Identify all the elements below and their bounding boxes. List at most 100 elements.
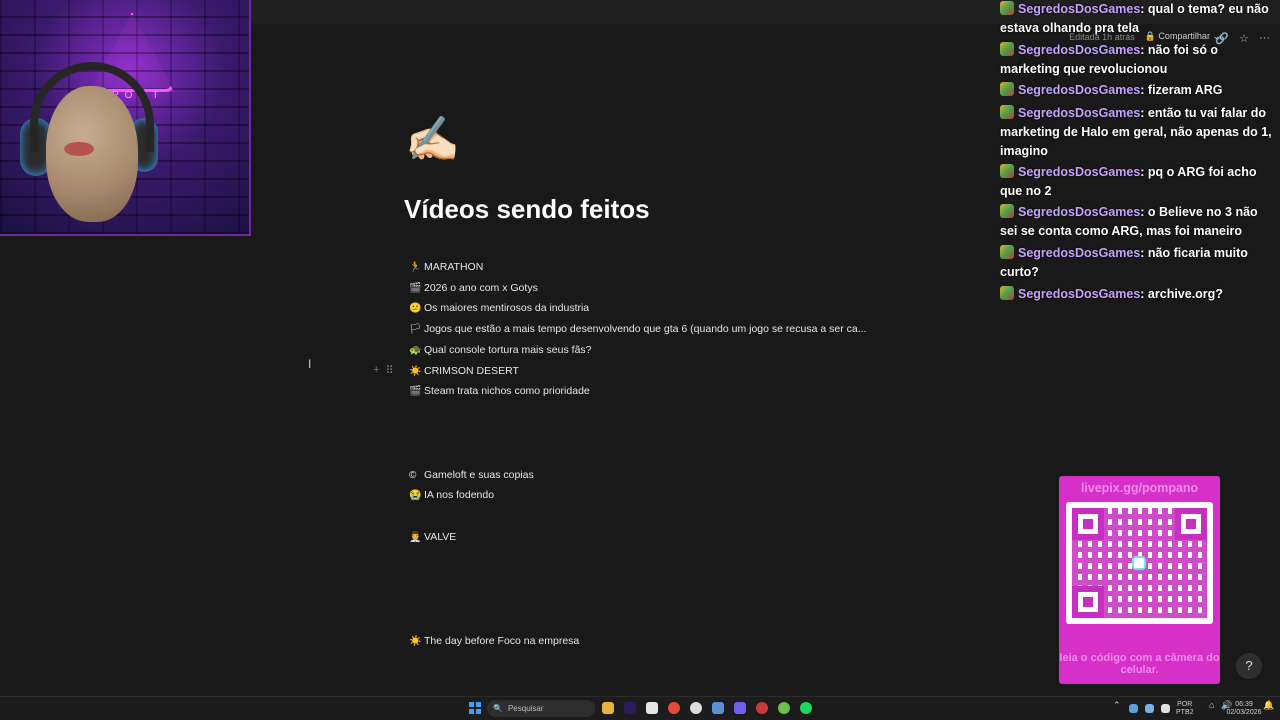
spotify-icon[interactable] <box>800 702 812 714</box>
item-emoji-icon: © <box>409 469 417 481</box>
item-emoji-icon: 🎬 <box>409 282 422 294</box>
taskbar: 🔍 Pesquisar ⌃ POR PTB2 ⌂ 🔊 06:39 02/03/2026… <box>0 696 1280 720</box>
chat-message: SegredosDosGames: então tu vai falar do … <box>1000 105 1272 158</box>
premiere-icon[interactable] <box>624 702 636 714</box>
list-item[interactable]: 🎬 Steam trata nichos como prioridade <box>409 382 590 400</box>
chat-message: SegredosDosGames: o Believe no 3 não sei… <box>1000 204 1258 238</box>
list-item[interactable]: 👨‍💼 VALVE <box>409 528 456 546</box>
language-indicator[interactable]: POR PTB2 <box>1176 701 1194 717</box>
tray-app-icon[interactable] <box>1161 704 1170 713</box>
search-placeholder: Pesquisar <box>507 704 544 713</box>
user-badge-icon <box>1000 82 1014 96</box>
item-label: 2026 o ano com x Gotys <box>424 282 538 294</box>
user-badge-icon <box>1000 42 1014 56</box>
search-icon: 🔍 <box>493 704 503 713</box>
chat-message: SegredosDosGames: pq o ARG foi acho que … <box>1000 164 1257 198</box>
tray-app-icon[interactable] <box>1129 704 1138 713</box>
list-item[interactable]: 🐢 Qual console tortura mais seus fãs? <box>409 341 592 359</box>
help-button[interactable]: ? <box>1236 653 1262 679</box>
obs-icon[interactable] <box>690 702 702 714</box>
item-emoji-icon: ☀️ <box>409 635 422 647</box>
tray-chevron-icon[interactable]: ⌃ <box>1113 701 1121 710</box>
chat-message: SegredosDosGames: não foi só o marketing… <box>1000 42 1219 76</box>
taskbar-search[interactable]: 🔍 Pesquisar <box>487 700 595 717</box>
chat-username: SegredosDosGames <box>1018 2 1141 16</box>
steam-icon[interactable] <box>712 702 724 714</box>
chat-message: SegredosDosGames: qual o tema? eu não es… <box>1000 1 1269 35</box>
page-title[interactable]: Vídeos sendo feitos <box>404 194 650 225</box>
qr-finder <box>1072 508 1104 540</box>
user-badge-icon <box>1000 245 1014 259</box>
list-item[interactable]: 😕 Os maiores mentirosos da industria <box>409 299 589 317</box>
item-label: CRIMSON DESERT <box>424 365 519 377</box>
item-emoji-icon: 🐢 <box>409 344 422 356</box>
qr-logo-icon <box>1132 556 1146 570</box>
chat-username: SegredosDosGames <box>1018 246 1141 260</box>
drag-handle-icon[interactable]: ⠿ <box>385 364 393 377</box>
chat-text: fizeram ARG <box>1147 83 1223 97</box>
item-label: Gameloft e suas copias <box>424 469 534 481</box>
item-label: Os maiores mentirosos da industria <box>424 302 590 314</box>
qr-finder <box>1175 508 1207 540</box>
item-label: Steam trata nichos como prioridade <box>424 385 590 397</box>
network-icon[interactable]: ⌂ <box>1209 701 1214 710</box>
xbox-icon[interactable] <box>778 702 790 714</box>
item-emoji-icon: 👨‍💼 <box>409 531 422 543</box>
chat-username: SegredosDosGames <box>1018 106 1141 120</box>
list-item[interactable]: 🎬 2026 o ano com x Gotys <box>409 279 538 297</box>
list-item[interactable]: 🏃 MARATHON <box>409 258 483 276</box>
livepix-caption: leia o código com a câmera do celular. <box>1059 652 1220 676</box>
item-label: IA nos fodendo <box>424 489 495 501</box>
item-label: The day before Foco na empresa <box>424 635 580 647</box>
add-block-icon[interactable]: + <box>373 364 379 377</box>
block-handle[interactable]: + ⠿ <box>373 364 394 377</box>
chat-username: SegredosDosGames <box>1018 83 1141 97</box>
list-item[interactable]: ☀️ CRIMSON DESERT <box>409 362 519 380</box>
user-badge-icon <box>1000 164 1014 178</box>
user-badge-icon <box>1000 105 1014 119</box>
chat-username: SegredosDosGames <box>1018 43 1141 57</box>
file-explorer-icon[interactable] <box>602 702 614 714</box>
potato-avatar <box>46 86 138 222</box>
windows-start-icon[interactable] <box>469 702 481 714</box>
livepix-qr-panel: livepix.gg/pompano leia o código com a c… <box>1059 476 1220 684</box>
user-badge-icon <box>1000 286 1014 300</box>
chat-username: SegredosDosGames <box>1018 165 1141 179</box>
chat-username: SegredosDosGames <box>1018 205 1141 219</box>
livepix-url: livepix.gg/pompano <box>1080 481 1199 495</box>
chat-username: SegredosDosGames <box>1018 287 1141 301</box>
game-app-icon[interactable] <box>756 702 768 714</box>
list-item[interactable]: ☀️ The day before Foco na empresa <box>409 632 579 650</box>
user-badge-icon <box>1000 1 1014 15</box>
chat-message: SegredosDosGames: archive.org? <box>1000 285 1272 304</box>
clock[interactable]: 06:39 02/03/2026 <box>1226 701 1262 717</box>
item-label: MARATHON <box>424 261 484 273</box>
item-label: Jogos que estão a mais tempo desenvolven… <box>424 323 867 335</box>
notion-icon[interactable] <box>646 702 658 714</box>
qr-finder <box>1072 586 1104 618</box>
notifications-icon[interactable]: 🔔 <box>1263 701 1274 710</box>
qr-code <box>1066 502 1213 624</box>
list-item[interactable]: 🏳 Jogos que estão a mais tempo desenvolve… <box>409 320 866 338</box>
chat-text: archive.org? <box>1147 287 1223 301</box>
item-emoji-icon: 🏃 <box>409 261 422 273</box>
tray-app-icon[interactable] <box>1145 704 1154 713</box>
chat-message: SegredosDosGames: fizeram ARG <box>1000 81 1272 100</box>
item-label: VALVE <box>424 531 457 543</box>
list-item[interactable]: 😭 IA nos fodendo <box>409 486 494 504</box>
item-emoji-icon: ☀️ <box>409 365 422 377</box>
discord-icon[interactable] <box>734 702 746 714</box>
text-cursor-icon: I <box>308 357 312 371</box>
chrome-icon[interactable] <box>668 702 680 714</box>
item-emoji-icon: 😭 <box>409 489 422 501</box>
item-emoji-icon: 🎬 <box>409 385 422 397</box>
item-emoji-icon: 🏳 <box>409 323 422 335</box>
item-emoji-icon: 😕 <box>409 302 422 314</box>
page-emoji-icon[interactable]: ✍🏻 <box>405 115 460 165</box>
list-item[interactable]: © Gameloft e suas copias <box>409 466 534 484</box>
avatar-mouth <box>64 142 94 156</box>
user-badge-icon <box>1000 204 1014 218</box>
webcam-overlay: POOT <box>0 0 251 236</box>
item-label: Qual console tortura mais seus fãs? <box>424 344 592 356</box>
chat-message: SegredosDosGames: não ficaria muito curt… <box>1000 245 1248 279</box>
